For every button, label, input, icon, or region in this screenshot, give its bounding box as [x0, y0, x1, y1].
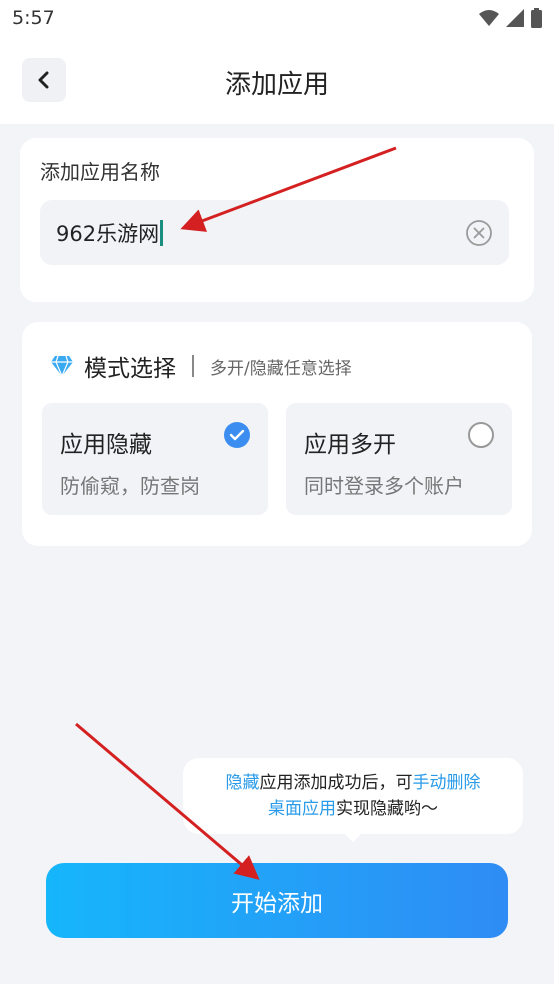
diamond-icon [51, 355, 73, 377]
battery-icon [531, 8, 542, 28]
mode-header: 模式选择 多开/隐藏任意选择 [50, 349, 352, 383]
app-name-label: 添加应用名称 [40, 160, 160, 184]
status-time: 5:57 [12, 7, 55, 29]
option-title: 应用隐藏 [60, 432, 152, 458]
option-radio-unselected[interactable] [468, 422, 494, 448]
status-bar: 5:57 [0, 0, 554, 38]
text-caret [160, 220, 164, 246]
app-name-value: 962乐游网 [56, 222, 160, 246]
app-name-input-field[interactable]: 962乐游网 [40, 200, 509, 265]
mode-subtitle: 多开/隐藏任意选择 [210, 358, 352, 379]
check-icon [229, 429, 245, 441]
hint-line-2: 桌面应用实现隐藏哟～ [183, 796, 523, 822]
hint-text: 应用添加成功后，可 [259, 773, 413, 793]
signal-icon [506, 9, 524, 27]
app-name-card: 添加应用名称 962乐游网 [20, 138, 534, 302]
option-radio-selected[interactable] [224, 422, 250, 448]
hint-tooltip: 隐藏应用添加成功后，可手动删除 桌面应用实现隐藏哟～ [183, 758, 523, 834]
start-add-button[interactable]: 开始添加 [46, 863, 508, 938]
tooltip-tail [343, 832, 363, 842]
mode-divider [192, 355, 194, 377]
app-name-input[interactable]: 962乐游网 [56, 218, 164, 248]
status-icons [479, 8, 542, 28]
hint-highlight: 手动删除 [412, 773, 481, 793]
hint-line-1: 隐藏应用添加成功后，可手动删除 [183, 770, 523, 796]
clear-icon[interactable] [465, 219, 493, 247]
mode-select-card: 模式选择 多开/隐藏任意选择 应用隐藏 防偷窥，防查岗 应用多开 同时登录多个账… [22, 322, 532, 546]
mode-title: 模式选择 [84, 356, 176, 382]
option-desc: 防偷窥，防查岗 [60, 474, 200, 498]
option-app-multi[interactable]: 应用多开 同时登录多个账户 [286, 403, 512, 515]
page-title: 添加应用 [224, 70, 329, 100]
hint-highlight: 桌面应用 [268, 799, 336, 819]
option-title: 应用多开 [304, 432, 396, 458]
top-area: 5:57 添加应用 [0, 0, 554, 124]
option-desc: 同时登录多个账户 [304, 474, 464, 498]
wifi-icon [479, 10, 499, 26]
hint-text: 实现隐藏哟～ [336, 799, 438, 819]
hint-highlight: 隐藏 [225, 773, 260, 793]
option-app-hide[interactable]: 应用隐藏 防偷窥，防查岗 [42, 403, 268, 515]
